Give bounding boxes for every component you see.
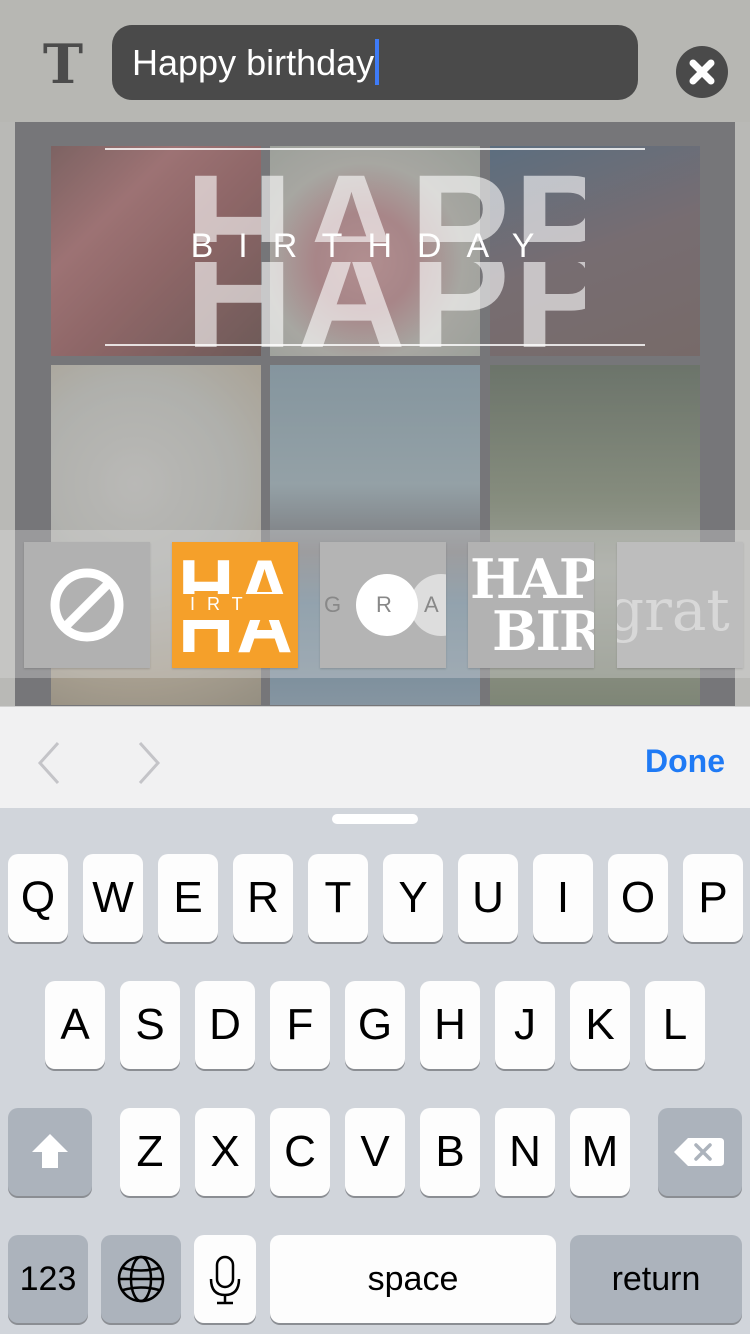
space-key[interactable]: space: [270, 1235, 556, 1323]
delete-key[interactable]: [658, 1108, 742, 1196]
key-v[interactable]: V: [345, 1108, 405, 1196]
globe-key[interactable]: [101, 1235, 181, 1323]
style-preview-letter: R: [376, 592, 392, 617]
key-s[interactable]: S: [120, 981, 180, 1069]
key-n[interactable]: N: [495, 1108, 555, 1196]
key-g[interactable]: G: [345, 981, 405, 1069]
style-option-hap-bir[interactable]: HAP BIR: [468, 542, 594, 668]
text-style-picker: HAP IRT HAP G R A HAP BIR grat: [0, 530, 750, 678]
key-a[interactable]: A: [45, 981, 105, 1069]
keyboard-accessory-bar: Done: [0, 706, 750, 808]
style-preview-text: HAP: [470, 547, 594, 611]
next-field-button[interactable]: [128, 739, 168, 787]
chevron-right-icon: [138, 741, 161, 785]
key-m[interactable]: M: [570, 1108, 630, 1196]
text-overlay-rule-bottom: [105, 344, 645, 346]
key-q[interactable]: Q: [8, 854, 68, 942]
globe-icon: [117, 1255, 165, 1303]
shift-key[interactable]: [8, 1108, 92, 1196]
key-f[interactable]: F: [270, 981, 330, 1069]
style-preview-text: BIR: [492, 599, 594, 663]
dictation-key[interactable]: [194, 1235, 256, 1323]
overlay-middle-word: BIRTHDAY: [190, 227, 560, 265]
on-screen-keyboard: Q W E R T Y U I O P A S D F G H J K L Z …: [0, 808, 750, 1334]
done-button[interactable]: Done: [630, 743, 740, 780]
key-t[interactable]: T: [308, 854, 368, 942]
text-caret: [375, 39, 380, 86]
previous-field-button[interactable]: [30, 739, 70, 787]
key-c[interactable]: C: [270, 1108, 330, 1196]
key-l[interactable]: L: [645, 981, 705, 1069]
key-e[interactable]: E: [158, 854, 218, 942]
shift-icon: [32, 1134, 68, 1168]
key-x[interactable]: X: [195, 1108, 255, 1196]
key-o[interactable]: O: [608, 854, 668, 942]
style-option-happy[interactable]: HAP IRT HAP: [172, 542, 298, 668]
text-format-icon[interactable]: T: [38, 36, 88, 92]
clear-circle-icon: [689, 59, 715, 85]
key-i[interactable]: I: [533, 854, 593, 942]
overlay-big-word-bottom: HAPPY: [185, 262, 585, 362]
style-option-none[interactable]: [24, 542, 150, 668]
key-z[interactable]: Z: [120, 1108, 180, 1196]
style-preview-text: HAP: [178, 620, 298, 662]
chevron-left-icon: [37, 741, 60, 785]
no-style-icon: [50, 568, 124, 642]
key-p[interactable]: P: [683, 854, 743, 942]
numbers-key[interactable]: 123: [8, 1235, 88, 1323]
key-d[interactable]: D: [195, 981, 255, 1069]
text-overlay-rule-top: [105, 148, 645, 150]
text-edit-bar: T Happy birthday: [0, 0, 750, 122]
style-preview-text: grat: [617, 576, 730, 644]
style-option-gra[interactable]: G R A: [320, 542, 446, 668]
key-b[interactable]: B: [420, 1108, 480, 1196]
return-key[interactable]: return: [570, 1235, 742, 1323]
backspace-icon: [674, 1138, 724, 1166]
style-preview-letter: A: [424, 592, 439, 617]
style-preview-text: HAP: [178, 548, 298, 594]
key-k[interactable]: K: [570, 981, 630, 1069]
key-w[interactable]: W: [83, 854, 143, 942]
style-preview-text: IRT: [190, 594, 255, 614]
key-y[interactable]: Y: [383, 854, 443, 942]
key-u[interactable]: U: [458, 854, 518, 942]
key-r[interactable]: R: [233, 854, 293, 942]
clear-text-button[interactable]: [676, 46, 728, 98]
microphone-icon: [209, 1255, 241, 1305]
caption-text-field[interactable]: Happy birthday: [112, 25, 638, 100]
key-h[interactable]: H: [420, 981, 480, 1069]
style-option-grat[interactable]: grat: [617, 542, 743, 668]
style-preview-letter: G: [324, 592, 342, 617]
key-j[interactable]: J: [495, 981, 555, 1069]
caption-text-value: Happy birthday: [132, 42, 375, 83]
keyboard-grip-handle[interactable]: [332, 814, 418, 824]
